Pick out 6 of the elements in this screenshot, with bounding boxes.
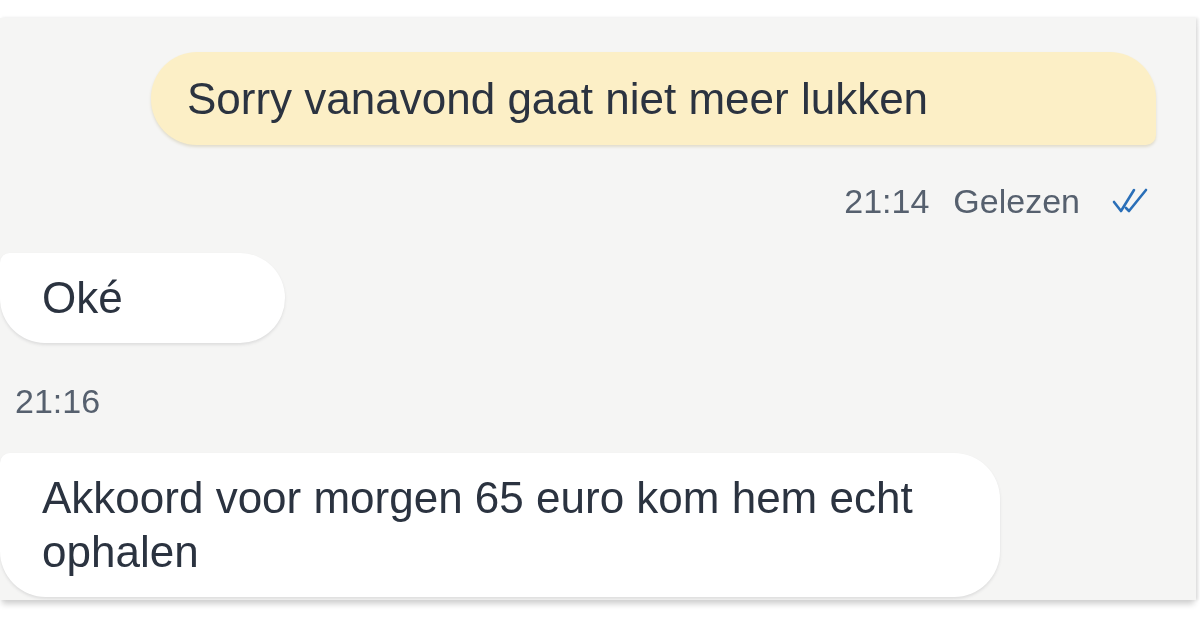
message-bubble: Oké	[0, 253, 285, 343]
message-bubble: Sorry vanavond gaat niet meer lukken	[151, 52, 1156, 145]
read-status: Gelezen	[953, 181, 1080, 221]
message-bubble: Akkoord voor morgen 65 euro kom hem echt ophalen	[0, 453, 1000, 597]
message-time: 21:14	[844, 181, 930, 221]
message-time: 21:16	[15, 381, 101, 421]
